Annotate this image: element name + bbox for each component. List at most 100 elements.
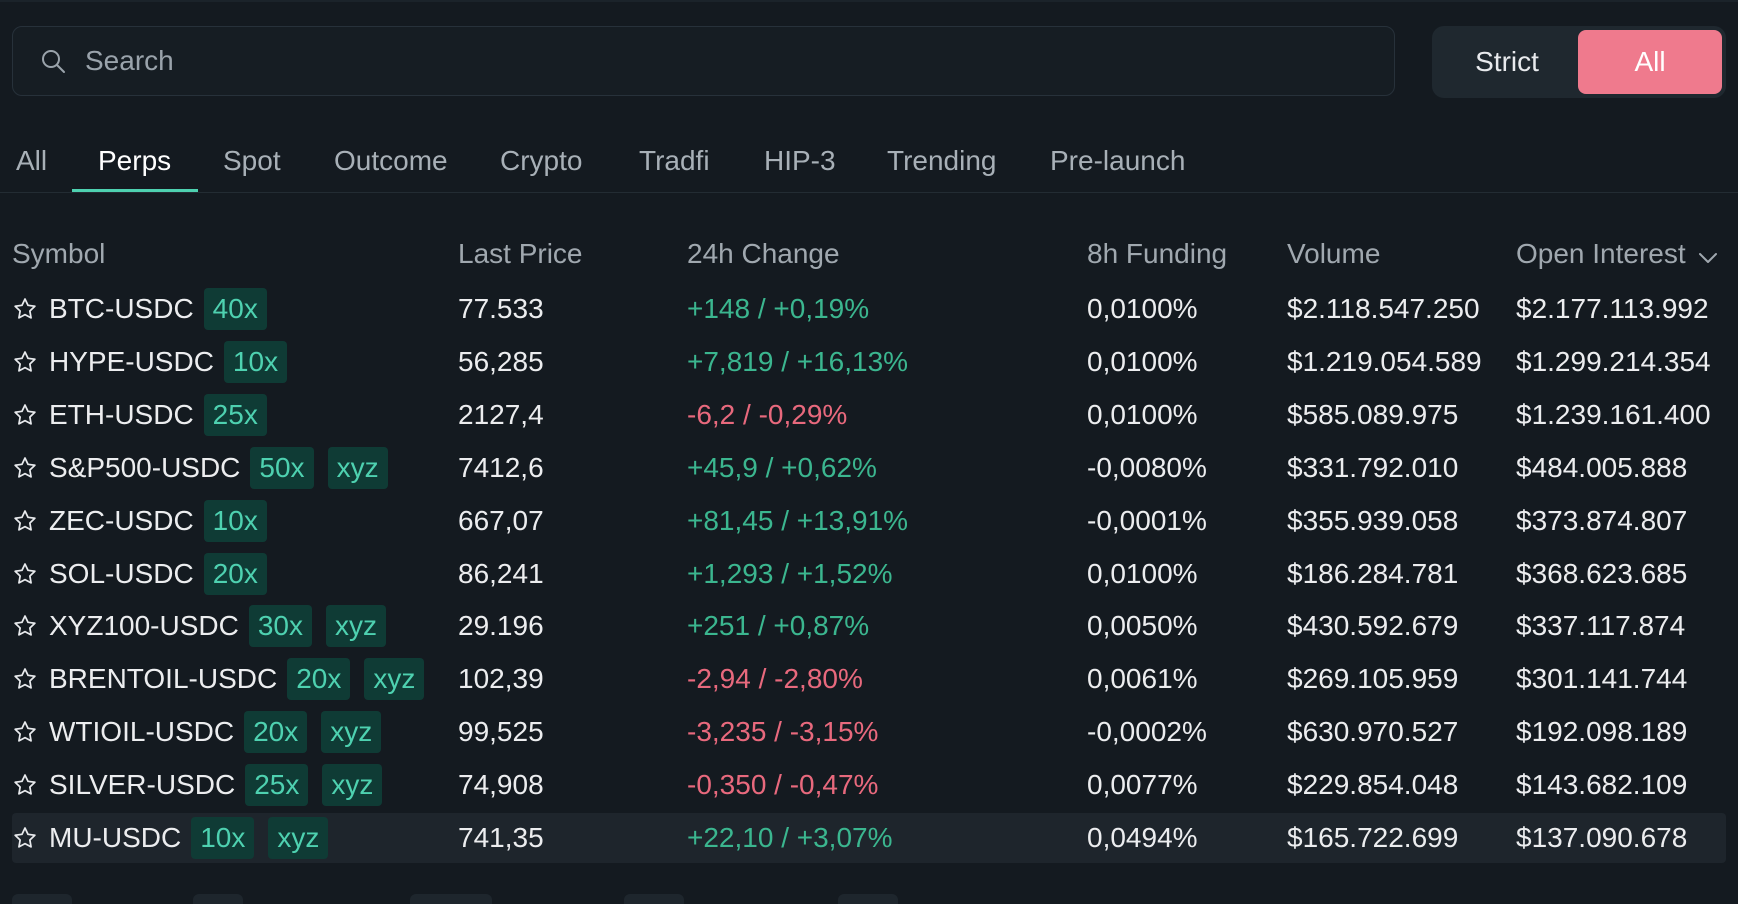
funding-cell: -0,0001% (1087, 505, 1207, 536)
table-row[interactable]: SOL-USDC 20x 86,241 +1,293 / +1,52% 0,0100% $… (12, 549, 1726, 599)
tab-outcome[interactable]: Outcome (334, 130, 448, 192)
last-price-cell: 667,07 (458, 505, 544, 536)
search-bar[interactable] (12, 26, 1395, 96)
symbol-name: WTIOIL-USDC (49, 716, 235, 747)
table-row[interactable]: ETH-USDC 25x 2127,4 -6,2 / -0,29% 0,0100% $58… (12, 390, 1726, 440)
leverage-badge: 20x (244, 711, 308, 753)
column-header-8h-funding[interactable]: 8h Funding (1087, 238, 1227, 270)
table-row[interactable]: WTIOIL-USDC 20x xyz 99,525 -3,235 / -3,15% -0… (12, 707, 1726, 757)
tab-trending[interactable]: Trending (887, 130, 996, 192)
funding-cell: 0,0494% (1087, 822, 1198, 853)
table-row[interactable]: XYZ100-USDC 30x xyz 29.196 +251 / +0,87% 0,00… (12, 601, 1726, 651)
tab-perps[interactable]: Perps (98, 130, 171, 192)
tab-hip3[interactable]: HIP-3 (764, 130, 836, 192)
mode-toggle: Strict All (1432, 26, 1726, 98)
table-row[interactable]: ZEC-USDC 10x 667,07 +81,45 / +13,91% -0,0001… (12, 496, 1726, 546)
symbol-name: ETH-USDC (49, 399, 194, 430)
search-input[interactable] (83, 44, 1394, 78)
strict-button[interactable]: Strict (1436, 30, 1578, 94)
funding-cell: -0,0002% (1087, 716, 1207, 747)
column-header-last-price[interactable]: Last Price (458, 238, 583, 270)
open-interest-cell: $1.239.161.400 (1516, 399, 1711, 430)
open-interest-cell: $192.098.189 (1516, 716, 1688, 747)
bottom-stub (838, 894, 898, 904)
leverage-badge: 30x (248, 605, 312, 647)
volume-cell: $585.089.975 (1287, 399, 1459, 430)
funding-cell: 0,0050% (1087, 610, 1198, 641)
star-icon[interactable] (12, 349, 38, 375)
tab-crypto[interactable]: Crypto (500, 130, 582, 192)
bottom-stub (410, 894, 492, 904)
star-icon[interactable] (12, 719, 38, 745)
open-interest-cell: $484.005.888 (1516, 452, 1688, 483)
tab-spot[interactable]: Spot (223, 130, 281, 192)
column-header-symbol[interactable]: Symbol (12, 238, 105, 270)
star-icon[interactable] (12, 825, 38, 851)
open-interest-cell: $301.141.744 (1516, 663, 1688, 694)
column-header-open-interest[interactable]: Open Interest (1516, 238, 1718, 272)
funding-cell: 0,0100% (1087, 293, 1198, 324)
leverage-badge: 20x (203, 553, 267, 595)
bottom-controls-partial (0, 894, 1738, 904)
funding-cell: 0,0077% (1087, 769, 1198, 800)
all-button[interactable]: All (1578, 30, 1722, 94)
last-price-cell: 741,35 (458, 822, 544, 853)
symbol-cell: ZEC-USDC 10x (49, 496, 267, 546)
tab-pre-launch[interactable]: Pre-launch (1050, 130, 1185, 192)
change-cell: -2,94 / -2,80% (687, 663, 863, 694)
dex-tag-badge: xyz (327, 447, 388, 489)
symbol-cell: ETH-USDC 25x (49, 390, 267, 440)
column-header-24h-change[interactable]: 24h Change (687, 238, 840, 270)
star-icon[interactable] (12, 402, 38, 428)
leverage-badge: 10x (203, 500, 267, 542)
leverage-badge: 25x (203, 394, 267, 436)
tab-all[interactable]: All (16, 130, 47, 192)
star-icon[interactable] (12, 772, 38, 798)
leverage-badge: 10x (223, 341, 288, 383)
last-price-cell: 86,241 (458, 558, 544, 589)
symbol-cell: SOL-USDC 20x (49, 549, 267, 599)
open-interest-cell: $337.117.874 (1516, 610, 1686, 641)
table-row[interactable]: SILVER-USDC 25x xyz 74,908 -0,350 / -0,47% 0,… (12, 760, 1726, 810)
leverage-badge: 25x (245, 764, 309, 806)
dex-tag-badge: xyz (268, 817, 329, 859)
star-icon[interactable] (12, 296, 38, 322)
volume-cell: $430.592.679 (1287, 610, 1459, 641)
volume-cell: $331.792.010 (1287, 452, 1459, 483)
change-cell: +22,10 / +3,07% (687, 822, 893, 853)
star-icon[interactable] (12, 508, 38, 534)
table-row[interactable]: HYPE-USDC 10x 56,285 +7,819 / +16,13% 0,0100… (12, 337, 1726, 387)
volume-cell: $355.939.058 (1287, 505, 1459, 536)
change-cell: +81,45 / +13,91% (687, 505, 909, 536)
leverage-badge: 50x (250, 447, 314, 489)
volume-cell: $630.970.527 (1287, 716, 1459, 747)
star-icon[interactable] (12, 613, 38, 639)
change-cell: -0,350 / -0,47% (687, 769, 879, 800)
symbol-name: BTC-USDC (49, 293, 194, 324)
leverage-badge: 10x (191, 817, 255, 859)
column-header-volume[interactable]: Volume (1287, 238, 1380, 270)
volume-cell: $2.118.547.250 (1287, 293, 1480, 324)
table-row[interactable]: S&P500-USDC 50x xyz 7412,6 +45,9 / +0,62% -0,… (12, 443, 1726, 493)
change-cell: -6,2 / -0,29% (687, 399, 848, 430)
tab-tradfi[interactable]: Tradfi (639, 130, 710, 192)
star-icon[interactable] (12, 561, 38, 587)
table-row[interactable]: BRENTOIL-USDC 20x xyz 102,39 -2,94 / -2,80% 0… (12, 654, 1726, 704)
volume-cell: $165.722.699 (1287, 822, 1459, 853)
leverage-badge: 40x (203, 288, 267, 330)
bottom-stub (12, 894, 72, 904)
volume-cell: $269.105.959 (1287, 663, 1459, 694)
last-price-cell: 74,908 (458, 769, 544, 800)
symbol-cell: XYZ100-USDC 30x xyz (49, 601, 386, 651)
symbol-name: HYPE-USDC (49, 346, 214, 377)
dex-tag-badge: xyz (321, 711, 382, 753)
symbol-cell: S&P500-USDC 50x xyz (49, 443, 388, 493)
star-icon[interactable] (12, 455, 38, 481)
change-cell: +251 / +0,87% (687, 610, 870, 641)
table-row[interactable]: MU-USDC 10x xyz 741,35 +22,10 / +3,07% 0,0494… (12, 813, 1726, 863)
open-interest-cell: $137.090.678 (1516, 822, 1688, 853)
table-row[interactable]: BTC-USDC 40x 77.533 +148 / +0,19% 0,0100% $2.… (12, 284, 1726, 334)
change-cell: +148 / +0,19% (687, 293, 870, 324)
star-icon[interactable] (12, 666, 38, 692)
open-interest-cell: $143.682.109 (1516, 769, 1688, 800)
